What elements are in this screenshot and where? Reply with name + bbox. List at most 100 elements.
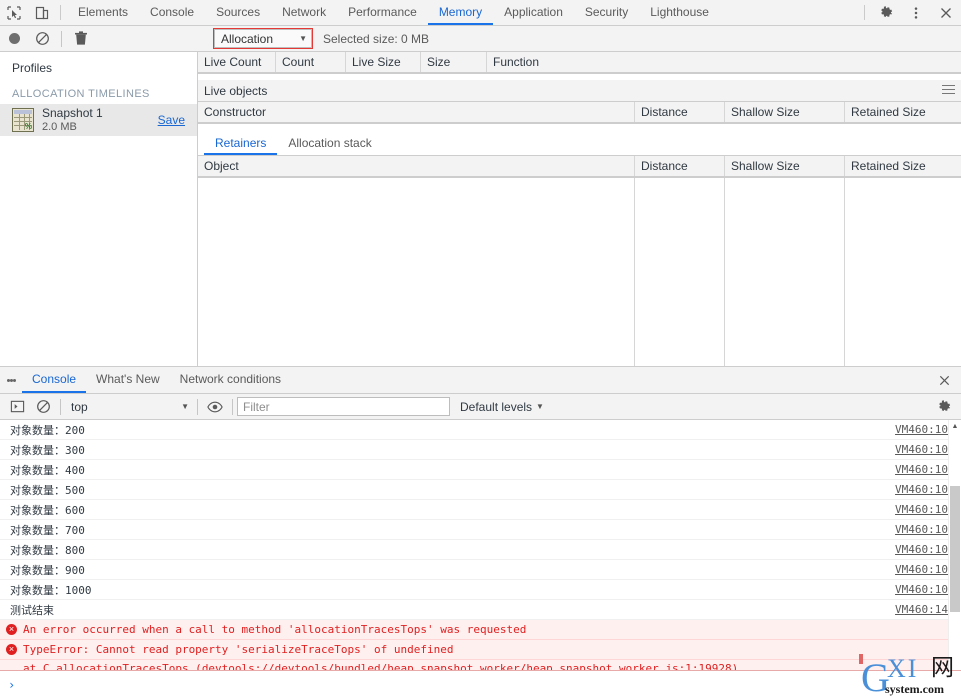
stack-frame-suffix: ) — [731, 662, 739, 670]
console-message[interactable]: 对象数量：700 VM460:10 — [0, 520, 961, 540]
tab-console[interactable]: Console — [139, 0, 205, 25]
column-header-object[interactable]: Object — [198, 156, 635, 176]
device-toolbar-icon[interactable] — [28, 0, 56, 25]
message-source-link[interactable]: VM460:10 — [895, 523, 948, 536]
stack-frame-link[interactable]: devtools://devtools/bundled/heap snapsho… — [202, 662, 732, 670]
message-text: 对象数量：800 — [10, 543, 85, 557]
gear-icon[interactable] — [871, 0, 901, 25]
message-source-link[interactable]: VM460:14 — [895, 603, 948, 616]
tab-retainers[interactable]: Retainers — [204, 132, 278, 155]
console-message[interactable]: 对象数量：400 VM460:10 — [0, 460, 961, 480]
message-source-link[interactable]: VM460:10 — [895, 423, 948, 436]
error-icon: × — [6, 624, 17, 635]
console-drawer: Console What's New Network conditions to… — [0, 367, 961, 698]
tab-label: Allocation stack — [288, 135, 372, 150]
memory-panel: Profiles ALLOCATION TIMELINES % Snapshot… — [0, 52, 961, 367]
more-vertical-icon[interactable] — [901, 0, 931, 25]
column-header-distance[interactable]: Distance — [635, 102, 725, 122]
console-sidebar-icon[interactable] — [4, 399, 30, 414]
close-icon[interactable] — [931, 0, 961, 25]
snapshot-text: Snapshot 1 2.0 MB — [42, 106, 158, 134]
console-error-message[interactable]: × An error occurred when a call to metho… — [0, 620, 961, 640]
console-message[interactable]: 对象数量：800 VM460:10 — [0, 540, 961, 560]
console-prompt[interactable]: › — [0, 670, 961, 698]
inspect-cursor-icon[interactable] — [0, 0, 28, 25]
sidebar-group-allocation-timelines: ALLOCATION TIMELINES — [12, 88, 150, 100]
hamburger-icon[interactable] — [942, 85, 955, 97]
column-header-retainer-retained[interactable]: Retained Size — [845, 156, 961, 176]
console-stack-frame[interactable]: at C.allocationTracesTops (devtools://de… — [0, 660, 961, 670]
column-header-live-count[interactable]: Live Count — [198, 52, 276, 72]
tab-elements[interactable]: Elements — [67, 0, 139, 25]
snapshot-size: 2.0 MB — [42, 121, 77, 133]
sidebar-item-snapshot-1[interactable]: % Snapshot 1 2.0 MB Save — [0, 104, 197, 136]
message-source-link[interactable]: VM460:10 — [895, 463, 948, 476]
clear-console-icon[interactable] — [30, 399, 56, 414]
retainers-grid-header: Object Distance Shallow Size Retained Si… — [198, 156, 961, 178]
console-filter-input[interactable] — [237, 397, 450, 416]
column-header-retainer-shallow[interactable]: Shallow Size — [725, 156, 845, 176]
tab-performance[interactable]: Performance — [337, 0, 428, 25]
message-text: 对象数量：500 — [10, 483, 85, 497]
live-expression-icon[interactable] — [202, 400, 228, 414]
console-message[interactable]: 对象数量：200 VM460:10 — [0, 420, 961, 440]
scroll-up-arrow[interactable]: ▲ — [949, 420, 961, 433]
save-snapshot-link[interactable]: Save — [158, 113, 185, 127]
tab-label: What's New — [96, 372, 160, 386]
drawer-tab-console[interactable]: Console — [22, 367, 87, 393]
column-header-constructor[interactable]: Constructor — [198, 102, 635, 122]
column-header-retainer-distance[interactable]: Distance — [635, 156, 725, 176]
console-settings-gear-icon[interactable] — [927, 399, 961, 414]
delete-button[interactable] — [67, 31, 95, 46]
record-button[interactable] — [0, 33, 28, 44]
console-message[interactable]: 对象数量：500 VM460:10 — [0, 480, 961, 500]
console-error-message[interactable]: × TypeError: Cannot read property 'seria… — [0, 640, 961, 660]
drawer-tab-whats-new[interactable]: What's New — [86, 367, 170, 393]
message-source-link[interactable]: VM460:10 — [895, 443, 948, 456]
column-header-retained-size[interactable]: Retained Size — [845, 102, 961, 122]
message-source-link[interactable]: VM460:10 — [895, 503, 948, 516]
snapshot-name: Snapshot 1 — [42, 106, 103, 120]
tab-label: Security — [584, 4, 629, 19]
tab-application[interactable]: Application — [493, 0, 574, 25]
chevron-down-icon: ▼ — [299, 34, 307, 43]
console-levels-select[interactable]: Default levels ▼ — [460, 400, 544, 414]
message-text: 对象数量：900 — [10, 563, 85, 577]
column-header-count[interactable]: Count — [276, 52, 346, 72]
column-header-size[interactable]: Size — [421, 52, 487, 72]
message-text: 对象数量：400 — [10, 463, 85, 477]
toolbar-divider-right — [864, 5, 865, 20]
message-text: 对象数量：300 — [10, 443, 85, 457]
devtools-window: Elements Console Sources Network Perform… — [0, 0, 961, 698]
console-message[interactable]: 对象数量：300 VM460:10 — [0, 440, 961, 460]
console-scrollbar[interactable]: ▲ — [948, 420, 961, 670]
message-source-link[interactable]: VM460:10 — [895, 563, 948, 576]
profile-type-select[interactable]: Allocation ▼ — [214, 29, 312, 48]
console-message[interactable]: 对象数量：600 VM460:10 — [0, 500, 961, 520]
clear-button[interactable] — [28, 31, 56, 46]
drawer-tab-network-conditions[interactable]: Network conditions — [170, 367, 291, 393]
tab-security[interactable]: Security — [574, 0, 639, 25]
console-message[interactable]: 测试结束 VM460:14 — [0, 600, 961, 620]
execution-context-select[interactable]: top ▼ — [65, 400, 193, 414]
scrollbar-thumb[interactable] — [950, 486, 960, 612]
console-message[interactable]: 对象数量：900 VM460:10 — [0, 560, 961, 580]
column-header-live-size[interactable]: Live Size — [346, 52, 421, 72]
tab-sources[interactable]: Sources — [205, 0, 271, 25]
profiles-sidebar: Profiles ALLOCATION TIMELINES % Snapshot… — [0, 52, 198, 366]
console-message[interactable]: 对象数量：1000 VM460:10 — [0, 580, 961, 600]
tab-lighthouse[interactable]: Lighthouse — [639, 0, 720, 25]
more-vertical-icon[interactable] — [0, 367, 22, 393]
memory-content: Live Count Count Live Size Size Function… — [198, 52, 961, 366]
stack-frame-text: at C.allocationTracesTops (devtools://de… — [23, 662, 961, 670]
column-header-function[interactable]: Function — [487, 52, 961, 72]
tab-allocation-stack[interactable]: Allocation stack — [277, 132, 382, 155]
message-source-link[interactable]: VM460:10 — [895, 583, 948, 596]
close-drawer-icon[interactable] — [927, 367, 961, 393]
tab-network[interactable]: Network — [271, 0, 337, 25]
message-source-link[interactable]: VM460:10 — [895, 483, 948, 496]
tab-label: Performance — [348, 4, 417, 19]
tab-memory[interactable]: Memory — [427, 0, 494, 25]
message-source-link[interactable]: VM460:10 — [895, 543, 948, 556]
column-header-shallow-size[interactable]: Shallow Size — [725, 102, 845, 122]
